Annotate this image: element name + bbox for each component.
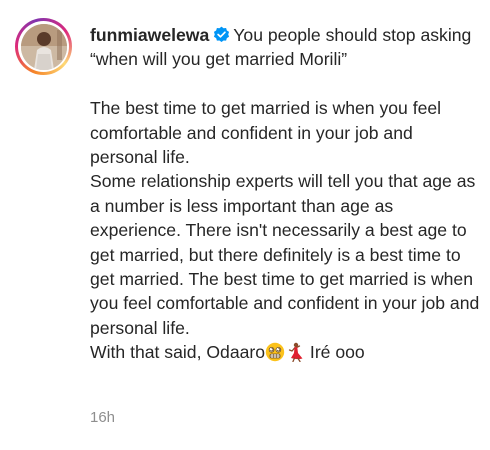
comment-post: funmiawelewa You people should stop askin… (0, 0, 490, 450)
username-link[interactable]: funmiawelewa (90, 25, 209, 45)
caption-spacer (90, 72, 480, 96)
closing-text-start: With that said, Odaaro (90, 342, 266, 363)
grimacing-dizzy-face-emoji (265, 343, 285, 362)
caption-closing-line: With that said, Odaaro Iré ooo (90, 340, 480, 364)
dancing-woman-emoji (288, 343, 303, 363)
comment-caption: funmiawelewa You people should stop askin… (90, 23, 480, 365)
verified-badge-icon (214, 26, 230, 42)
avatar[interactable] (15, 18, 72, 75)
avatar-ring-gap (18, 21, 69, 72)
caption-paragraph-2: Some relationship experts will tell you … (90, 171, 485, 338)
caption-intro-line: funmiawelewa You people should stop askin… (90, 23, 480, 72)
closing-text-end: Iré ooo (305, 342, 365, 363)
comment-timestamp[interactable]: 16h (90, 409, 115, 426)
caption-paragraph-1: The best time to get married is when you… (90, 98, 446, 168)
avatar-photo (20, 23, 67, 70)
